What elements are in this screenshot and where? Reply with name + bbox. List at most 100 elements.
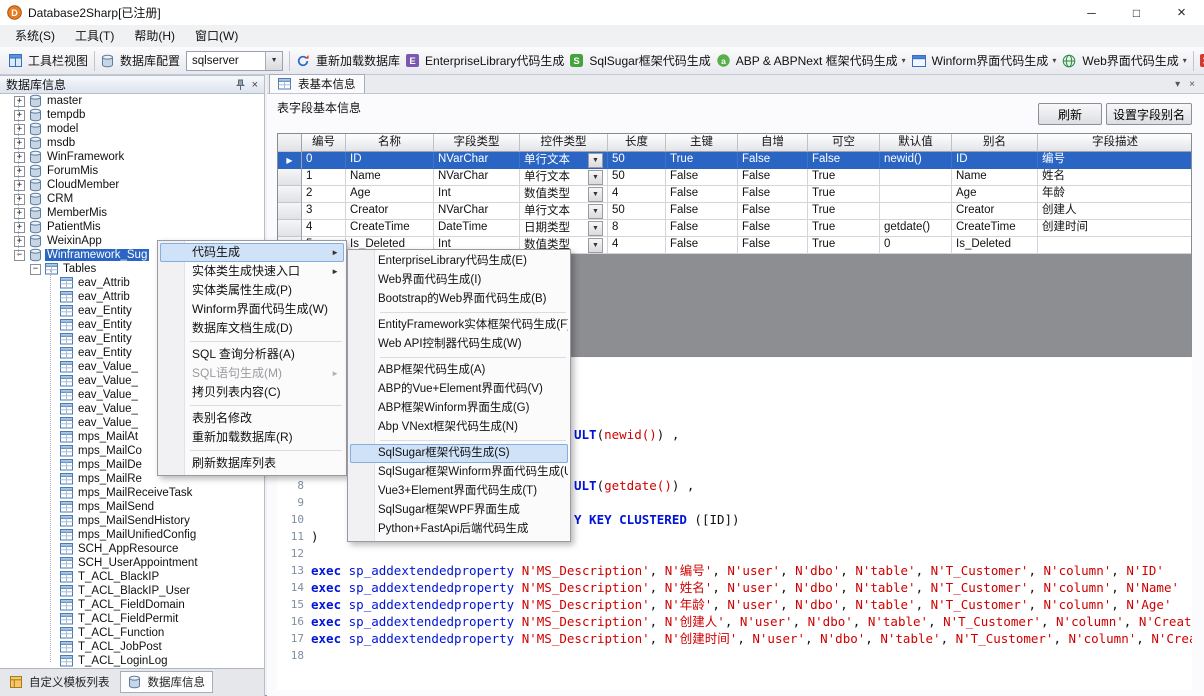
column-header-8[interactable]: 默认值 (880, 134, 952, 152)
expander-icon[interactable]: − (30, 264, 41, 275)
submenu-item-15[interactable]: SqlSugar框架WPF界面生成 (350, 501, 568, 520)
submenu-item-9[interactable]: ABP框架Winform界面生成(G) (350, 399, 568, 418)
context-menu-item-10[interactable]: 表别名修改 (160, 409, 344, 428)
submenu-item-10[interactable]: Abp VNext框架代码生成(N) (350, 418, 568, 437)
expander-icon[interactable]: + (14, 152, 25, 163)
grid-cell[interactable]: ID (952, 152, 1038, 169)
tree-item[interactable]: mps_MailReceiveTask (0, 486, 264, 500)
tree-item[interactable]: T_ACL_Function (0, 626, 264, 640)
set-field-alias-button[interactable]: 设置字段别名 (1106, 103, 1192, 125)
winform-codegen-button[interactable]: Winform界面代码生成 ▾ (909, 50, 1060, 71)
tree-item[interactable]: +ForumMis (0, 164, 264, 178)
context-menu-item-3[interactable]: Winform界面代码生成(W) (160, 300, 344, 319)
grid-cell[interactable]: False (738, 169, 808, 186)
context-menu-item-13[interactable]: 刷新数据库列表 (160, 454, 344, 473)
tree-item[interactable]: T_ACL_FieldPermit (0, 612, 264, 626)
grid-cell[interactable]: False (738, 152, 808, 169)
grid-cell[interactable]: 3 (302, 203, 346, 220)
context-menu-item-6[interactable]: SQL 查询分析器(A) (160, 345, 344, 364)
grid-cell[interactable]: True (808, 220, 880, 237)
grid-cell[interactable]: 姓名 (1038, 169, 1192, 186)
submenu-item-7[interactable]: ABP框架代码生成(A) (350, 361, 568, 380)
grid-cell[interactable]: 单行文本▼ (520, 152, 608, 169)
submenu-item-8[interactable]: ABP的Vue+Element界面代码(V) (350, 380, 568, 399)
grid-cell[interactable]: 0 (880, 237, 952, 254)
submenu-item-13[interactable]: SqlSugar框架Winform界面代码生成(U) (350, 463, 568, 482)
pin-icon[interactable] (236, 79, 245, 91)
tree-item[interactable]: T_ACL_BlackIP (0, 570, 264, 584)
grid-cell[interactable]: DateTime (434, 220, 520, 237)
tree-item[interactable]: T_ACL_FieldDomain (0, 598, 264, 612)
submenu-item-14[interactable]: Vue3+Element界面代码生成(T) (350, 482, 568, 501)
close-button[interactable]: × (1159, 0, 1204, 25)
grid-cell[interactable] (880, 169, 952, 186)
submenu-item-4[interactable]: EntityFramework实体框架代码生成(F) (350, 316, 568, 335)
row-selector[interactable]: ▶ (278, 152, 302, 169)
reload-database-button[interactable]: 重新加载数据库 (293, 50, 403, 71)
submenu-item-1[interactable]: Web界面代码生成(I) (350, 271, 568, 290)
tree-item[interactable]: +model (0, 122, 264, 136)
chevron-down-icon[interactable]: ▾ (1175, 79, 1180, 90)
grid-cell[interactable]: False (666, 237, 738, 254)
tree-item[interactable]: mps_MailUnifiedConfig (0, 528, 264, 542)
grid-cell[interactable]: 4 (302, 220, 346, 237)
grid-cell[interactable]: 单行文本▼ (520, 169, 608, 186)
exit-button[interactable]: 退出 (1197, 50, 1204, 71)
grid-cell[interactable]: CreateTime (346, 220, 434, 237)
grid-cell[interactable]: False (666, 169, 738, 186)
grid-cell[interactable]: newid() (880, 152, 952, 169)
column-header-6[interactable]: 自增 (738, 134, 808, 152)
tree-item[interactable]: +PatientMis (0, 220, 264, 234)
submenu-item-12[interactable]: SqlSugar框架代码生成(S) (350, 444, 568, 463)
table-row[interactable]: 2AgeInt数值类型▼4FalseFalseTrueAge年龄 (278, 186, 1191, 203)
tree-item[interactable]: +WinFramework (0, 150, 264, 164)
grid-cell[interactable]: Age (952, 186, 1038, 203)
tree-item[interactable]: T_ACL_BlackIP_User (0, 584, 264, 598)
tree-item[interactable]: SCH_UserAppointment (0, 556, 264, 570)
chevron-down-icon[interactable]: ▼ (265, 52, 282, 70)
context-menu-item-4[interactable]: 数据库文档生成(D) (160, 319, 344, 338)
row-selector[interactable] (278, 203, 302, 220)
grid-cell[interactable]: True (808, 186, 880, 203)
tab-table-info[interactable]: 表基本信息 (269, 74, 365, 93)
context-menu-item-7[interactable]: SQL语句生成(M)► (160, 364, 344, 383)
dropdown-button[interactable]: ▼ (588, 204, 603, 219)
context-menu-item-8[interactable]: 拷贝列表内容(C) (160, 383, 344, 402)
column-header-5[interactable]: 主键 (666, 134, 738, 152)
grid-cell[interactable]: Creator (346, 203, 434, 220)
table-row[interactable]: 3CreatorNVarChar单行文本▼50FalseFalseTrueCre… (278, 203, 1191, 220)
grid-cell[interactable] (1038, 237, 1192, 254)
table-row[interactable]: 4CreateTimeDateTime日期类型▼8FalseFalseTrueg… (278, 220, 1191, 237)
expander-icon[interactable]: − (14, 250, 25, 261)
tree-item[interactable]: mps_MailSendHistory (0, 514, 264, 528)
grid-cell[interactable]: False (808, 152, 880, 169)
row-selector[interactable] (278, 220, 302, 237)
grid-cell[interactable] (880, 186, 952, 203)
grid-cell[interactable]: NVarChar (434, 169, 520, 186)
chevron-down-icon[interactable]: ▾ (1183, 56, 1187, 65)
grid-cell[interactable]: False (666, 186, 738, 203)
tree-item[interactable]: +CloudMember (0, 178, 264, 192)
grid-cell[interactable]: 0 (302, 152, 346, 169)
column-header-10[interactable]: 字段描述 (1038, 134, 1192, 152)
grid-cell[interactable]: 日期类型▼ (520, 220, 608, 237)
grid-cell[interactable]: 创建时间 (1038, 220, 1192, 237)
grid-cell[interactable]: False (738, 237, 808, 254)
menubar-item-2[interactable]: 帮助(H) (124, 26, 185, 46)
grid-cell[interactable]: False (738, 220, 808, 237)
grid-cell[interactable]: NVarChar (434, 152, 520, 169)
expander-icon[interactable]: + (14, 138, 25, 149)
chevron-down-icon[interactable]: ▾ (902, 56, 906, 65)
grid-cell[interactable]: 1 (302, 169, 346, 186)
expander-icon[interactable]: + (14, 236, 25, 247)
column-header-7[interactable]: 可空 (808, 134, 880, 152)
grid-cell[interactable]: 50 (608, 152, 666, 169)
expander-icon[interactable]: + (14, 222, 25, 233)
dropdown-button[interactable]: ▼ (588, 187, 603, 202)
table-row[interactable]: 1NameNVarChar单行文本▼50FalseFalseTrueName姓名 (278, 169, 1191, 186)
grid-cell[interactable]: True (808, 203, 880, 220)
sqlsugar-codegen-button[interactable]: S SqlSugar框架代码生成 (567, 50, 713, 71)
bottom-tab-0[interactable]: 自定义模板列表 (2, 671, 118, 693)
dropdown-button[interactable]: ▼ (588, 170, 603, 185)
chevron-down-icon[interactable]: ▾ (1052, 56, 1056, 65)
